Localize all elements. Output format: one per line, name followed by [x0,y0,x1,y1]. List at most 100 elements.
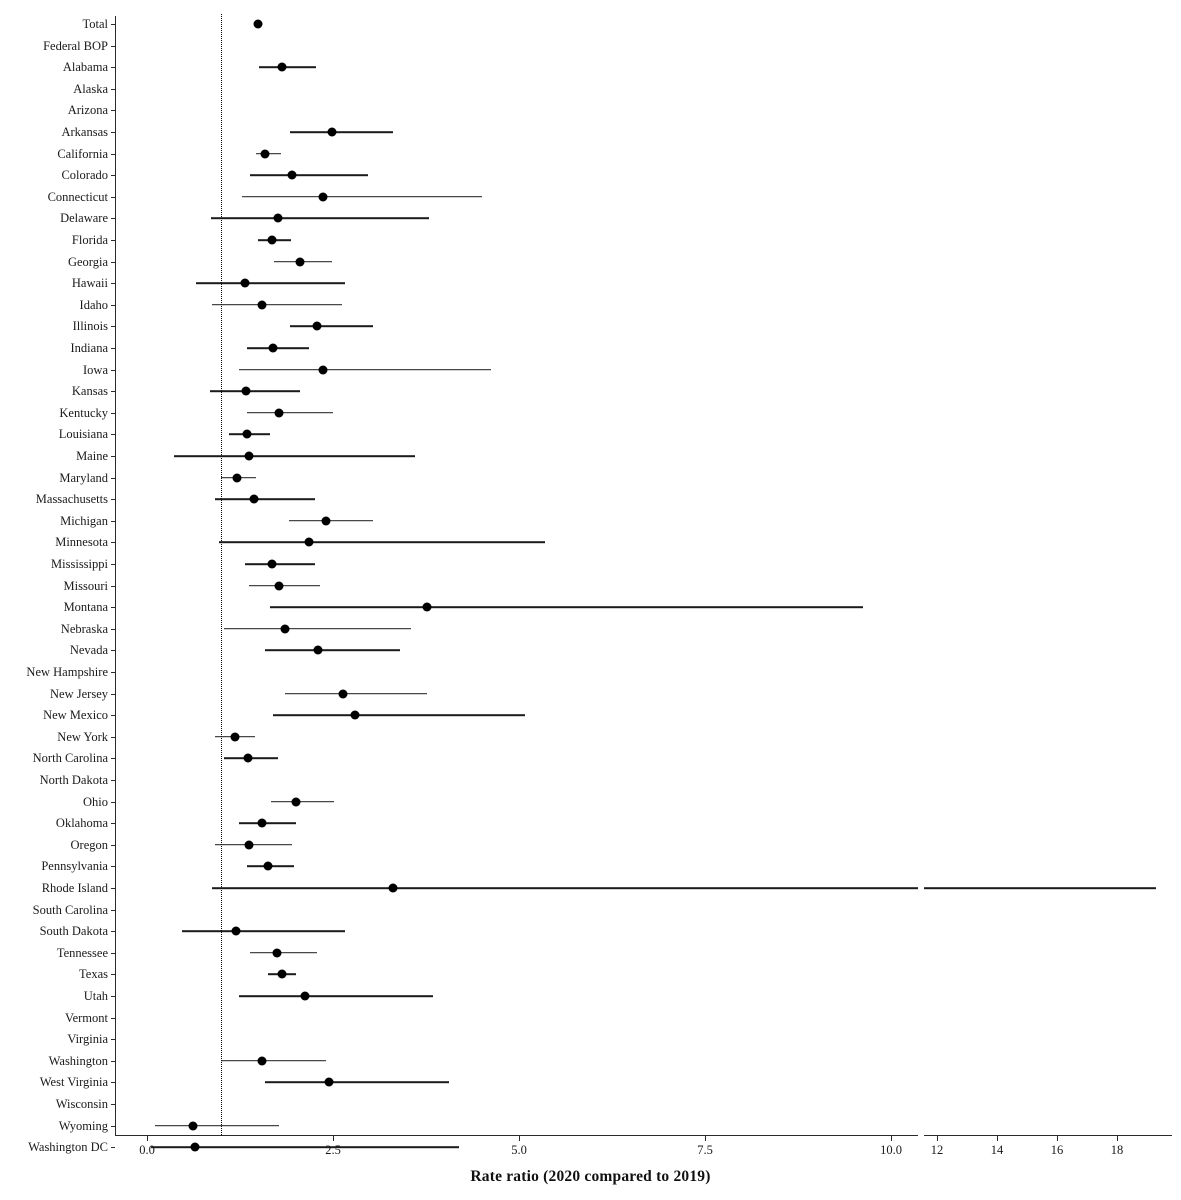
y-axis-tick [111,218,115,220]
point-estimate-marker [263,861,273,871]
confidence-interval-line [264,1081,450,1084]
x-axis-tick [1057,1136,1058,1141]
y-axis-tick [111,801,115,803]
y-axis-label: Utah [83,988,108,1003]
confidence-interval-line-extended [924,887,1156,889]
point-estimate-marker [274,581,284,591]
y-axis-tick [111,369,115,371]
point-estimate-marker [257,818,267,828]
y-axis-label: Tennessee [56,945,108,960]
confidence-interval-line [289,325,374,328]
point-estimate-marker [253,19,263,29]
point-estimate-marker [324,1077,334,1087]
y-axis-label: Maine [76,448,108,463]
point-estimate-marker [241,386,251,396]
x-axis-tick [997,1136,998,1141]
point-estimate-marker [327,127,336,137]
x-axis-tick-label: 7.5 [697,1143,713,1157]
y-axis-label: New York [57,729,108,744]
y-axis-tick [111,780,115,781]
y-axis-tick [111,240,115,241]
confidence-interval-line [269,606,863,608]
confidence-interval-line [247,412,333,414]
confidence-interval-line [239,368,492,371]
confidence-interval-line [248,584,321,587]
y-axis-label: Total [82,16,108,31]
y-axis-label: Delaware [60,211,108,226]
forest-plot: Total Federal BOP Alabama Alaska Arizona Arka… [0,0,1181,1200]
x-axis-tick-label: 14 [990,1143,1004,1157]
y-axis-tick [111,67,115,69]
y-axis-tick [111,132,115,133]
y-axis-tick [111,823,115,825]
x-axis-tick-label: 5.0 [511,1143,527,1157]
y-axis-label: Louisiana [58,427,108,442]
y-axis-tick [111,650,115,652]
confidence-interval-line [273,714,525,716]
point-estimate-marker [240,278,250,288]
y-axis-label: Colorado [61,167,108,182]
confidence-interval-line [221,1060,326,1062]
y-axis-tick [111,1039,115,1041]
y-axis-line [115,16,117,1135]
x-axis-tick [891,1136,892,1141]
y-axis-label: New Jersey [50,686,108,701]
y-axis-tick [111,736,115,738]
confidence-interval-line [219,541,546,544]
y-axis-label: West Virginia [39,1075,108,1090]
y-axis-label: Oregon [70,837,109,852]
x-axis-tick-label: 2.5 [325,1143,341,1157]
y-axis-tick [111,996,115,997]
confidence-interval-line [223,628,412,630]
x-axis-tick [937,1136,938,1141]
x-axis-tick-label: 0.0 [139,1143,155,1157]
y-axis-label: Montana [63,599,108,614]
confidence-interval-line [181,930,345,932]
y-axis-tick [111,909,115,911]
confidence-interval-line [245,563,316,565]
y-axis-tick [111,1017,115,1019]
point-estimate-marker [232,473,242,483]
point-estimate-marker [422,602,432,612]
y-axis-label: Michigan [60,513,108,528]
point-estimate-marker [274,408,284,418]
x-axis-tick [1117,1136,1118,1141]
y-axis-label: Vermont [64,1010,108,1025]
point-estimate-marker [230,732,240,742]
y-axis-tick [111,844,115,846]
y-axis-tick [111,196,115,198]
y-axis-label: Massachusetts [35,491,108,506]
y-axis-tick [111,477,115,479]
y-axis-label: Wyoming [58,1118,108,1133]
y-axis-tick [111,88,115,90]
point-estimate-marker [300,991,310,1001]
y-axis-tick [111,585,115,587]
y-axis-label: South Dakota [39,923,108,938]
y-axis-label: Iowa [83,362,108,377]
y-axis-label: Federal BOP [43,38,108,53]
y-axis-label: North Carolina [32,751,108,766]
y-axis-label: Hawaii [71,275,108,290]
y-axis-labels: Total Federal BOP Alabama Alaska Arizona Arka… [0,0,108,1200]
confidence-interval-line [214,498,316,500]
y-axis-label: Mississippi [51,556,108,571]
y-axis-label: Pennsylvania [41,859,108,874]
y-axis-label: Nebraska [60,621,108,636]
y-axis-label: Indiana [70,340,108,355]
y-axis-label: Kentucky [59,405,108,420]
point-estimate-marker [260,149,270,159]
y-axis-tick [111,952,115,954]
confidence-interval-line [173,455,415,457]
y-axis-tick [111,45,115,47]
y-axis-tick [111,110,115,112]
y-axis-label: New Mexico [43,707,108,722]
y-axis-tick [111,1125,115,1127]
y-axis-label: South Carolina [32,902,108,917]
x-axis-tick-label: 18 [1110,1143,1124,1157]
y-axis-tick [111,348,115,349]
x-axis-tick [333,1136,334,1141]
point-estimate-marker [321,516,331,526]
y-axis-tick [111,866,115,868]
point-estimate-marker [257,300,267,310]
y-axis-tick [111,153,115,155]
